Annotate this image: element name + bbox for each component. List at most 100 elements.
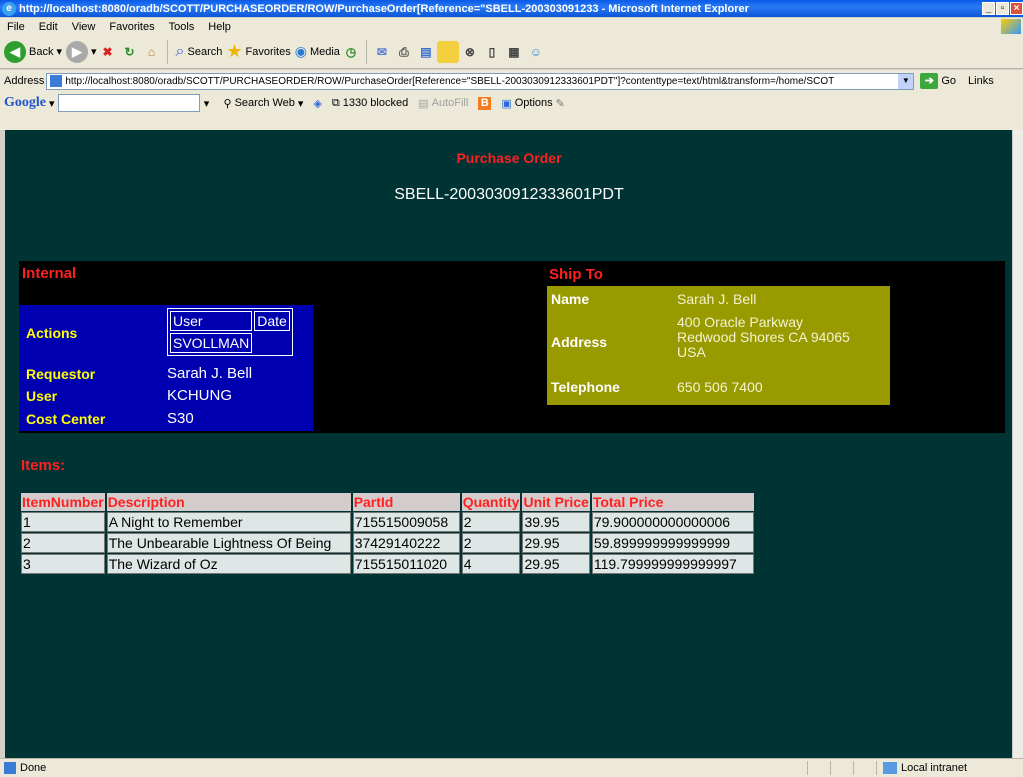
cell-total-price: 119.799999999999997 — [591, 554, 754, 574]
search-label: Search — [187, 45, 223, 58]
menu-file[interactable]: File — [0, 21, 32, 33]
actions-header-date: Date — [254, 311, 290, 331]
address-url: http://localhost:8080/oradb/SCOTT/PURCHA… — [65, 75, 835, 87]
minimize-button[interactable]: _ — [982, 2, 995, 15]
autofill-button[interactable]: ▤ AutoFill — [418, 97, 468, 110]
home-icon[interactable]: ⌂ — [141, 41, 163, 63]
pencil-icon: ✎ — [555, 97, 565, 110]
google-logo[interactable]: Google — [4, 95, 46, 111]
google-search-input[interactable] — [57, 94, 200, 112]
menu-edit[interactable]: Edit — [32, 21, 65, 33]
col-header-partid: PartId — [352, 493, 460, 511]
menu-tools[interactable]: Tools — [162, 21, 202, 33]
document-icon[interactable]: ▯ — [481, 41, 503, 63]
address-value: 400 Oracle Parkway Redwood Shores CA 940… — [677, 315, 850, 360]
print-icon[interactable]: ⎙ — [393, 41, 415, 63]
col-header-description: Description — [106, 493, 351, 511]
close-button[interactable]: × — [1010, 2, 1023, 15]
cell-description: The Wizard of Oz — [106, 554, 351, 574]
favorites-label: Favorites — [245, 45, 291, 58]
address-line-3: USA — [677, 344, 706, 360]
google-dropdown-icon[interactable]: ▾ — [49, 97, 55, 110]
telephone-value: 650 506 7400 — [677, 379, 763, 395]
items-label: Items: — [21, 457, 66, 474]
cell-partid: 715515009058 — [352, 512, 460, 532]
cell-unit-price: 29.95 — [522, 533, 590, 553]
media-button[interactable]: ◉ Media — [295, 43, 340, 60]
col-header-total-price: Total Price — [591, 493, 754, 511]
status-bar: Done Local intranet — [0, 758, 1023, 777]
page-title: Purchase Order — [456, 150, 562, 166]
search-web-dropdown-icon: ▾ — [297, 97, 304, 110]
name-value: Sarah J. Bell — [677, 291, 757, 307]
address-line-2: Redwood Shores CA 94065 — [677, 329, 850, 345]
blogger-icon[interactable]: B — [478, 96, 492, 110]
media-icon: ◉ — [294, 43, 307, 59]
cell-total-price: 59.899999999999999 — [591, 533, 754, 553]
favorites-button[interactable]: ★ Favorites — [226, 41, 290, 62]
autofill-icon: ▤ — [418, 97, 429, 110]
pagerank-icon[interactable]: ◈ — [313, 97, 321, 110]
vertical-scrollbar[interactable] — [1012, 130, 1023, 758]
menu-favorites[interactable]: Favorites — [102, 21, 161, 33]
requestor-value: Sarah J. Bell — [167, 365, 253, 382]
cell-description: A Night to Remember — [106, 512, 351, 532]
table-row: 2 The Unbearable Lightness Of Being 3742… — [21, 533, 754, 553]
popup-blocker-button[interactable]: ⧉ 1330 blocked — [332, 97, 408, 110]
maximize-button[interactable]: ▫ — [996, 2, 1009, 15]
address-input[interactable]: http://localhost:8080/oradb/SCOTT/PURCHA… — [46, 72, 915, 90]
block-icon[interactable]: ⊗ — [459, 41, 481, 63]
separator — [365, 39, 367, 64]
forward-arrow-icon: ▶ — [66, 40, 88, 63]
user-value: KCHUNG — [167, 387, 233, 404]
forward-button[interactable]: ▶ ▾ — [66, 40, 97, 63]
actions-header-user: User — [170, 311, 253, 331]
cost-center-value: S30 — [167, 410, 194, 427]
col-header-itemnumber: ItemNumber — [21, 493, 105, 511]
refresh-icon[interactable]: ↻ — [119, 41, 141, 63]
star-icon: ★ — [226, 41, 243, 61]
google-toolbar: Google ▾ ▾ ⚲ Search Web ▾ ◈ ⧉ 1330 block… — [0, 92, 1023, 130]
address-dropdown-icon[interactable]: ▼ — [898, 73, 914, 89]
back-button[interactable]: ◀ Back ▾ — [4, 40, 62, 63]
menu-help[interactable]: Help — [201, 21, 238, 33]
security-zone: Local intranet — [876, 761, 1023, 775]
cell-unit-price: 29.95 — [522, 554, 590, 574]
table-row: 3 The Wizard of Oz 715515011020 4 29.95 … — [21, 554, 754, 574]
address-label: Address — [4, 75, 45, 87]
google-search-dropdown-icon[interactable]: ▾ — [200, 97, 214, 110]
requestor-label: Requestor — [26, 366, 96, 382]
media-label: Media — [309, 45, 340, 58]
back-dropdown-icon: ▾ — [56, 46, 62, 58]
options-button[interactable]: ▣ Options ✎ — [501, 97, 565, 110]
cell-quantity: 2 — [461, 512, 521, 532]
po-reference: SBELL-2003030912333601PDT — [394, 186, 624, 203]
cell-quantity: 4 — [461, 554, 521, 574]
cell-partid: 715515011020 — [352, 554, 460, 574]
research-icon[interactable]: ▦ — [503, 41, 525, 63]
go-label: Go — [941, 75, 957, 87]
links-button[interactable]: Links — [968, 75, 994, 87]
search-button[interactable]: ⌕ Search — [176, 43, 223, 61]
search-web-button[interactable]: ⚲ Search Web ▾ — [224, 97, 304, 110]
messenger-icon[interactable]: ☺ — [525, 41, 547, 63]
cell-description: The Unbearable Lightness Of Being — [106, 533, 351, 553]
search-web-label: Search Web — [234, 97, 295, 109]
stop-icon[interactable]: ✖ — [97, 41, 119, 63]
separator — [166, 39, 168, 64]
internal-label: Internal — [22, 265, 77, 282]
edit-icon[interactable]: ▤ — [415, 41, 437, 63]
items-header-row: ItemNumber Description PartId Quantity U… — [21, 493, 754, 511]
discuss-icon[interactable] — [436, 40, 459, 63]
cell-itemnumber: 2 — [21, 533, 105, 553]
menu-view[interactable]: View — [65, 21, 103, 33]
actions-date-value — [254, 333, 290, 353]
window-title-bar: e http://localhost:8080/oradb/SCOTT/PURC… — [0, 0, 1023, 17]
history-icon[interactable]: ◷ — [340, 41, 362, 63]
mail-icon[interactable]: ✉ — [371, 41, 393, 63]
cell-quantity: 2 — [461, 533, 521, 553]
go-button[interactable]: ➔ Go — [920, 73, 956, 89]
actions-table: User Date SVOLLMAN — [167, 308, 293, 356]
page-content: Purchase Order SBELL-2003030912333601PDT… — [5, 130, 1013, 758]
cell-itemnumber: 3 — [21, 554, 105, 574]
